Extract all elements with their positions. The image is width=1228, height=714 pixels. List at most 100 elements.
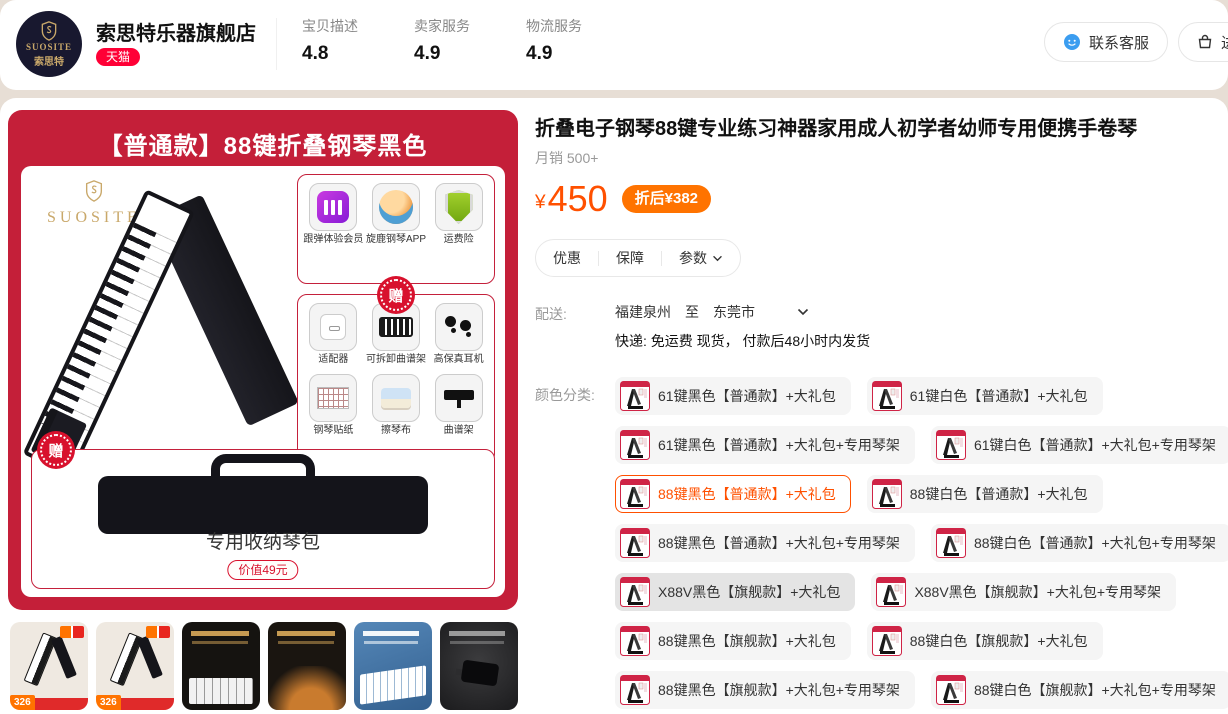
gift-bag-panel: 赠 专用收纳琴包 价值49元 [31,434,495,589]
tab-guarantee-label: 保障 [616,250,644,266]
rating-value: 4.9 [526,43,553,64]
main-product-image[interactable]: 【普通款】88键折叠钢琴黑色 SUOSITE 跟弹体验会员 旋鹿钢琴APP 运费… [8,110,518,610]
tmall-badge: 天猫 [96,48,141,66]
sku-option[interactable]: 88键白色【普通款】+大礼包 [866,475,1103,513]
gallery-thumbnail-3[interactable] [182,622,260,710]
gift-item: 可拆卸曲谱架 [366,303,426,367]
brand-shield-icon [85,180,102,202]
store-logo-text-cn: 索思特 [34,56,64,68]
sku-option-label: 88键白色【旗舰款】+大礼包 [909,633,1088,649]
hero-image-title: 【普通款】88键折叠钢琴黑色 [98,133,428,160]
product-main-card: 【普通款】88键折叠钢琴黑色 SUOSITE 跟弹体验会员 旋鹿钢琴APP 运费… [0,98,1228,714]
sku-option[interactable]: 88键黑色【旗舰款】+大礼包 [615,622,851,660]
sku-option-label: 88键黑色【普通款】+大礼包 [658,486,836,502]
price-value: 450 [547,178,608,219]
sku-option[interactable]: 88键黑色【普通款】+大礼包+专用琴架 [615,524,915,562]
gift-item-label: 高保真耳机 [433,354,484,365]
gift-item-label: 适配器 [318,354,349,365]
chevron-down-icon [713,255,722,261]
earphones-icon [442,312,476,342]
bundle-services-box: 跟弹体验会员 旋鹿钢琴APP 运费险 [297,174,495,284]
delivery-route-selector[interactable]: 福建泉州 至 东莞市 [615,302,870,322]
thumb-promo-strip [34,698,88,710]
sku-option-thumb-image [935,528,966,558]
sku-option[interactable]: 88键白色【普通款】+大礼包+专用琴架 [930,524,1228,562]
sku-option-thumb-image [620,430,650,460]
gallery-thumbnail-4[interactable] [268,622,346,710]
sku-option-label: 61键黑色【普通款】+大礼包+专用琴架 [658,437,900,453]
rating-value: 4.9 [414,43,441,64]
rating-label: 宝贝描述 [302,18,358,34]
rating-label: 卖家服务 [414,18,470,34]
delivery-label: 配送: [535,306,567,322]
delivery-block: 福建泉州 至 东莞市 快递: 免运费 现货， 付款后48小时内发货 [615,302,870,351]
bag-value-tag: 价值49元 [227,560,299,580]
sku-option-thumb-image [871,381,902,411]
sku-option[interactable]: X88V黑色【旗舰款】+大礼包 [615,573,856,611]
contact-support-button[interactable]: 联系客服 [1044,22,1169,62]
bundle-item: 运费险 [429,183,489,247]
sku-row: X88V黑色【旗舰款】+大礼包 X88V黑色【旗舰款】+大礼包+专用琴架 [615,573,1228,611]
gallery-thumbnail-1[interactable]: 326 [10,622,88,710]
sheet-stand-icon [443,387,474,409]
enter-store-label: 进 [1221,32,1228,53]
sku-option-label: X88V黑色【旗舰款】+大礼包 [658,584,841,600]
gallery-thumbnail-5[interactable] [354,622,432,710]
bundle-gifts-box: 赠 适配器 可拆卸曲谱架 高保真耳机 钢琴贴纸 擦琴布 曲谱架 [297,279,495,464]
rating-label: 物流服务 [526,18,582,34]
sku-option[interactable]: 61键白色【普通款】+大礼包+专用琴架 [930,426,1228,464]
tab-guarantee[interactable]: 保障 [599,248,661,268]
sku-option-thumb-image [620,626,650,656]
thumb-device-image [460,659,500,687]
sku-row: 61键黑色【普通款】+大礼包+专用琴架 61键白色【普通款】+大礼包+专用琴架 [615,426,1228,464]
product-title: 折叠电子钢琴88键专业练习神器家用成人初学者幼师专用便携手卷琴 [535,118,1138,140]
sku-option[interactable]: X88V黑色【旗舰款】+大礼包+专用琴架 [871,573,1177,611]
sku-option-thumb-image [620,479,650,509]
delivery-detail: 快递: 免运费 现货， 付款后48小时内发货 [615,333,871,349]
gift-item: 钢琴贴纸 [303,373,363,438]
sku-option-label: X88V黑色【旗舰款】+大礼包+专用琴架 [914,584,1162,600]
thumb-price-tag: 326 [10,695,35,710]
sku-option-thumb-image [876,577,907,607]
sku-section-label: 颜色分类: [535,387,595,403]
chat-bubble-icon [1064,34,1080,50]
sku-option-thumb-image [871,479,902,509]
sku-option[interactable]: 61键黑色【普通款】+大礼包 [615,377,851,415]
discount-price-badge: 折后¥382 [621,185,712,213]
gallery-thumbnail-6[interactable] [440,622,518,710]
shield-logo-icon [41,20,57,41]
thumb-promo-badge [146,626,170,638]
deer-app-icon [378,190,413,224]
sku-option-label: 88键白色【普通款】+大礼包 [909,486,1088,502]
rating-item-logistics: 物流服务 4.9 [526,16,582,65]
rating-item-service: 卖家服务 4.9 [414,16,470,65]
delivery-from: 福建泉州 [615,304,671,320]
enter-store-button[interactable]: 进 [1178,22,1228,62]
gift-item: 曲谱架 [429,373,489,438]
sku-option[interactable]: 88键白色【旗舰款】+大礼包 [866,622,1103,660]
store-name: 索思特乐器旗舰店 [96,23,256,45]
bundle-item: 旋鹿钢琴APP [366,183,426,247]
sku-option[interactable]: 61键白色【普通款】+大礼包 [866,377,1103,415]
gift-stamp-badge: 赠 [380,279,412,311]
gift-item-label: 可拆卸曲谱架 [365,354,426,365]
sku-option[interactable]: 88键白色【旗舰款】+大礼包+专用琴架 [930,671,1228,709]
gift-item: 高保真耳机 [429,303,489,367]
thumb-price-tag: 326 [96,695,121,710]
gallery-thumbnail-2[interactable]: 326 [96,622,174,710]
sku-option-thumb-image [620,528,650,558]
sku-option-label: 88键黑色【旗舰款】+大礼包+专用琴架 [658,682,900,698]
sku-option[interactable]: 61键黑色【普通款】+大礼包+专用琴架 [615,426,915,464]
gift-item: 适配器 [303,303,363,367]
tab-parameters[interactable]: 参数 [662,248,740,268]
sku-row: 88键黑色【旗舰款】+大礼包 88键白色【旗舰款】+大礼包 [615,622,1228,660]
sku-option-selected[interactable]: 88键黑色【普通款】+大礼包 [615,475,851,513]
thumb-promo-strip [120,698,174,710]
bag-title: 专用收纳琴包 [205,532,320,553]
delivery-to-word: 至 [685,304,699,320]
sku-option-thumb-image [935,430,966,460]
hero-image-panel: SUOSITE 跟弹体验会员 旋鹿钢琴APP 运费险 赠 适配器 可拆卸曲谱架 … [21,166,505,597]
tab-coupons[interactable]: 优惠 [536,248,598,268]
bundle-item-label: 旋鹿钢琴APP [365,234,426,245]
sku-option[interactable]: 88键黑色【旗舰款】+大礼包+专用琴架 [615,671,915,709]
